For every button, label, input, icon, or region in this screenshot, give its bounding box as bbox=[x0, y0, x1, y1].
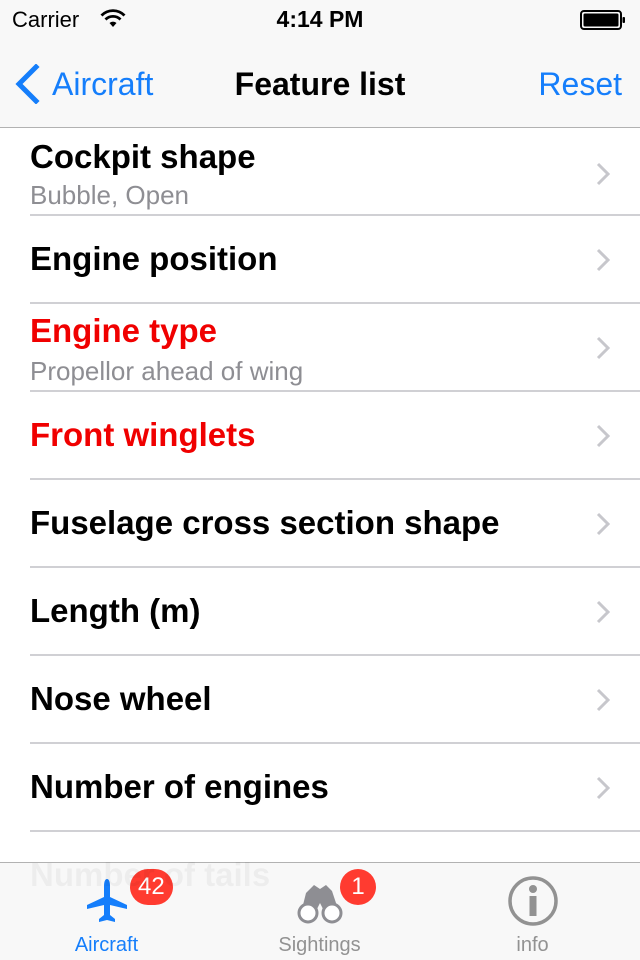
feature-title: Number of engines bbox=[30, 768, 329, 805]
feature-title: Engine type bbox=[30, 312, 218, 349]
tab-aircraft[interactable]: 42 Aircraft bbox=[0, 863, 213, 960]
battery-full-icon bbox=[580, 10, 625, 30]
tab-label: Aircraft bbox=[74, 934, 139, 956]
reset-button[interactable]: Reset bbox=[538, 66, 622, 103]
sightings-count-badge: 1 bbox=[340, 869, 376, 905]
clock: 4:14 PM bbox=[276, 6, 364, 32]
feature-title: Front winglets bbox=[30, 416, 256, 453]
navigation-bar: Aircraft Feature list Reset bbox=[0, 40, 640, 128]
tab-label: info bbox=[516, 934, 549, 956]
list-item[interactable]: Engine position bbox=[0, 216, 640, 304]
list-item[interactable]: Fuselage cross section shape bbox=[0, 480, 640, 568]
list-item[interactable]: Front winglets bbox=[0, 392, 640, 480]
tab-bar: 42 Aircraft 1 Sightings info bbox=[0, 862, 640, 960]
chevron-right-icon bbox=[596, 424, 610, 448]
feature-list: Cockpit shape Bubble, Open Engine positi… bbox=[0, 128, 640, 832]
chevron-right-icon bbox=[596, 162, 610, 186]
aircraft-count-badge: 42 bbox=[130, 869, 173, 905]
tab-info[interactable]: info bbox=[426, 863, 639, 960]
tab-label: Sightings bbox=[278, 934, 361, 956]
feature-title: Nose wheel bbox=[30, 680, 212, 717]
info-icon bbox=[507, 876, 558, 926]
feature-title: Engine position bbox=[30, 240, 278, 277]
chevron-right-icon bbox=[596, 512, 610, 536]
chevron-right-icon bbox=[596, 600, 610, 624]
feature-title: Cockpit shape bbox=[30, 138, 256, 175]
list-item[interactable]: Nose wheel bbox=[0, 656, 640, 744]
feature-title: Fuselage cross section shape bbox=[30, 504, 500, 541]
chevron-right-icon bbox=[596, 776, 610, 800]
feature-value: Bubble, Open bbox=[30, 180, 190, 210]
list-item[interactable]: Cockpit shape Bubble, Open bbox=[0, 128, 640, 216]
feature-value: Propellor ahead of wing bbox=[30, 356, 304, 386]
list-item[interactable]: Length (m) bbox=[0, 568, 640, 656]
status-bar: Carrier 4:14 PM bbox=[0, 0, 640, 40]
list-item[interactable]: Number of engines bbox=[0, 744, 640, 832]
feature-title: Length (m) bbox=[30, 592, 201, 629]
chevron-right-icon bbox=[596, 688, 610, 712]
tab-sightings[interactable]: 1 Sightings bbox=[213, 863, 426, 960]
list-item[interactable]: Engine type Propellor ahead of wing bbox=[0, 304, 640, 392]
binoculars-icon bbox=[297, 885, 342, 924]
chevron-right-icon bbox=[596, 336, 610, 360]
chevron-right-icon bbox=[596, 248, 610, 272]
airplane-icon bbox=[86, 879, 127, 922]
